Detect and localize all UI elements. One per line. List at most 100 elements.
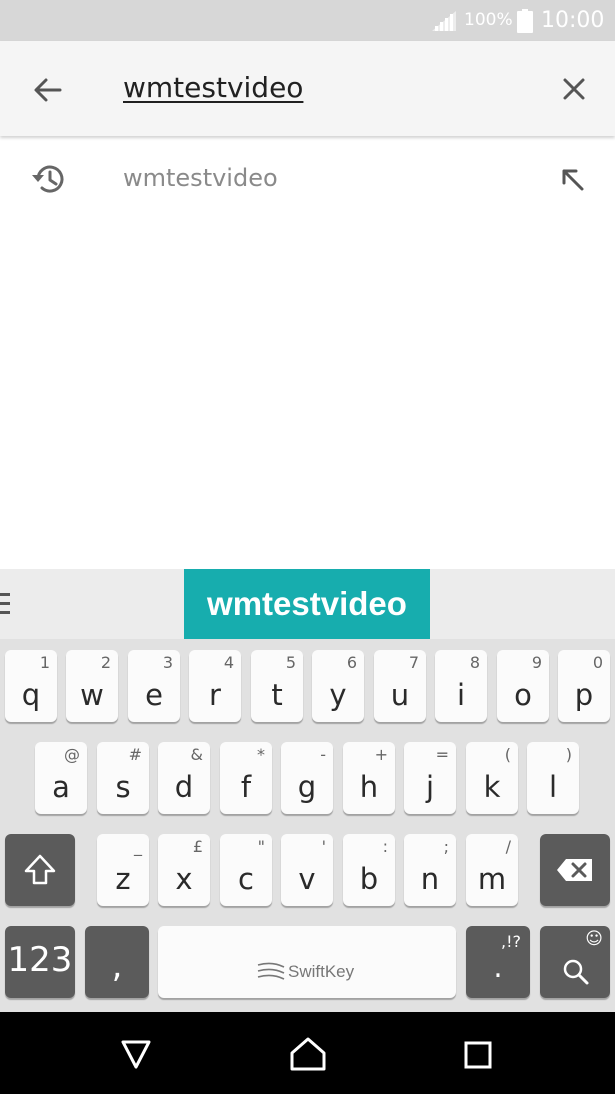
key-x[interactable]: £ x — [158, 834, 210, 906]
signal-icon — [432, 11, 456, 31]
key-sub-label: £ — [192, 837, 203, 856]
search-icon — [563, 959, 589, 985]
key-sub-label: & — [190, 745, 203, 764]
key-label: b — [359, 862, 379, 896]
emoji-icon: ☺ — [585, 929, 603, 949]
key-y[interactable]: 6y — [312, 650, 364, 722]
key-z[interactable]: _ z — [97, 834, 149, 906]
key-k[interactable]: (k — [466, 742, 518, 814]
key-e[interactable]: 3e — [128, 650, 180, 722]
back-arrow-icon[interactable] — [30, 72, 66, 108]
key-label: p — [574, 678, 594, 712]
prediction-bar: wmtestvideo — [0, 569, 615, 639]
key-sub-label: : — [382, 837, 388, 856]
key-p[interactable]: 0p — [558, 650, 610, 722]
battery-icon — [517, 9, 533, 33]
key-sub-label: " — [257, 837, 265, 856]
key-label: l — [548, 770, 558, 804]
key-h[interactable]: + h — [343, 742, 395, 814]
close-icon[interactable] — [558, 73, 590, 105]
key-label: d — [174, 770, 194, 804]
key-u[interactable]: 7u — [374, 650, 426, 722]
key-sub-label: + — [374, 745, 388, 764]
key-label: j — [425, 770, 435, 804]
key-c[interactable]: " c — [220, 834, 272, 906]
key-g[interactable]: -g — [281, 742, 333, 814]
key-label: w — [80, 678, 104, 712]
key-label: v — [298, 862, 316, 896]
recent-apps-icon[interactable] — [464, 1041, 492, 1069]
key-label: z — [115, 862, 131, 896]
shift-arrow-icon — [24, 854, 56, 885]
key-sub-label: 9 — [531, 653, 542, 672]
key-sub-label: * — [257, 745, 265, 764]
backspace-key[interactable] — [540, 834, 610, 906]
menu-icon[interactable] — [0, 593, 10, 615]
key-label: k — [483, 770, 501, 804]
search-input[interactable]: wmtestvideo — [123, 71, 303, 104]
key-w[interactable]: 2w — [66, 650, 118, 722]
key-t[interactable]: 5t — [251, 650, 303, 722]
key-label: u — [390, 678, 410, 712]
suggestion-text: wmtestvideo — [123, 164, 278, 192]
key-label: c — [238, 862, 254, 896]
numbers-key[interactable]: 123 — [5, 926, 75, 998]
key-sub-label: ( — [504, 745, 511, 764]
key-s[interactable]: # s — [97, 742, 149, 814]
history-icon — [32, 165, 64, 193]
key-o[interactable]: 9o — [497, 650, 549, 722]
key-sub-label: - — [320, 745, 326, 764]
key-n[interactable]: ; n — [404, 834, 456, 906]
suggestion-item[interactable]: wmtestvideo — [0, 137, 615, 219]
shift-key[interactable] — [5, 834, 75, 906]
key-label: m — [477, 862, 507, 896]
key-q[interactable]: 1q — [5, 650, 57, 722]
status-bar: 100% 10:00 — [0, 0, 615, 41]
key-b[interactable]: :b — [343, 834, 395, 906]
numbers-key-label: 123 — [7, 940, 73, 980]
back-triangle-icon[interactable] — [119, 1037, 153, 1071]
key-label: o — [514, 678, 532, 712]
comma-key-label: , — [111, 946, 123, 986]
key-sub-label: @ — [64, 745, 80, 764]
key-label: h — [359, 770, 379, 804]
key-sub-label: # — [128, 745, 142, 764]
key-label: a — [52, 770, 70, 804]
key-v[interactable]: ' v — [281, 834, 333, 906]
comma-key[interactable]: , — [85, 926, 149, 998]
key-l[interactable]: ) l — [527, 742, 579, 814]
backspace-icon — [557, 859, 592, 881]
key-label: f — [240, 770, 252, 804]
key-label: q — [21, 678, 41, 712]
prediction-candidate[interactable]: wmtestvideo — [184, 569, 430, 639]
key-sub-label: = — [435, 745, 449, 764]
keyboard: wmtestvideo 1q 2w 3e 4r 5t 6y 7u 8i 9o 0… — [0, 569, 615, 1012]
space-key[interactable]: SwiftKey — [158, 926, 456, 998]
key-sub-label: 1 — [39, 653, 50, 672]
key-f[interactable]: * f — [220, 742, 272, 814]
key-sub-label: 7 — [408, 653, 419, 672]
home-icon[interactable] — [289, 1036, 327, 1072]
key-label: t — [271, 678, 283, 712]
period-key-sub: ,!? — [501, 932, 521, 951]
key-label: g — [297, 770, 317, 804]
key-label: y — [329, 678, 347, 712]
key-sub-label: 3 — [162, 653, 173, 672]
key-r[interactable]: 4r — [189, 650, 241, 722]
key-sub-label: / — [505, 837, 511, 856]
swiftkey-brand: SwiftKey — [288, 962, 355, 981]
key-j[interactable]: = j — [404, 742, 456, 814]
key-i[interactable]: 8i — [435, 650, 487, 722]
key-label: n — [420, 862, 440, 896]
key-sub-label: 2 — [100, 653, 111, 672]
search-toolbar: wmtestvideo — [0, 41, 615, 136]
key-sub-label: 0 — [592, 653, 603, 672]
key-m[interactable]: / m — [466, 834, 518, 906]
period-key[interactable]: ,!?. — [466, 926, 530, 998]
insert-query-arrow-icon[interactable] — [558, 165, 586, 193]
key-sub-label: ; — [443, 837, 449, 856]
key-sub-label: ) — [565, 745, 572, 764]
key-d[interactable]: & d — [158, 742, 210, 814]
search-key[interactable]: ☺ — [540, 926, 610, 998]
key-a[interactable]: @ a — [35, 742, 87, 814]
